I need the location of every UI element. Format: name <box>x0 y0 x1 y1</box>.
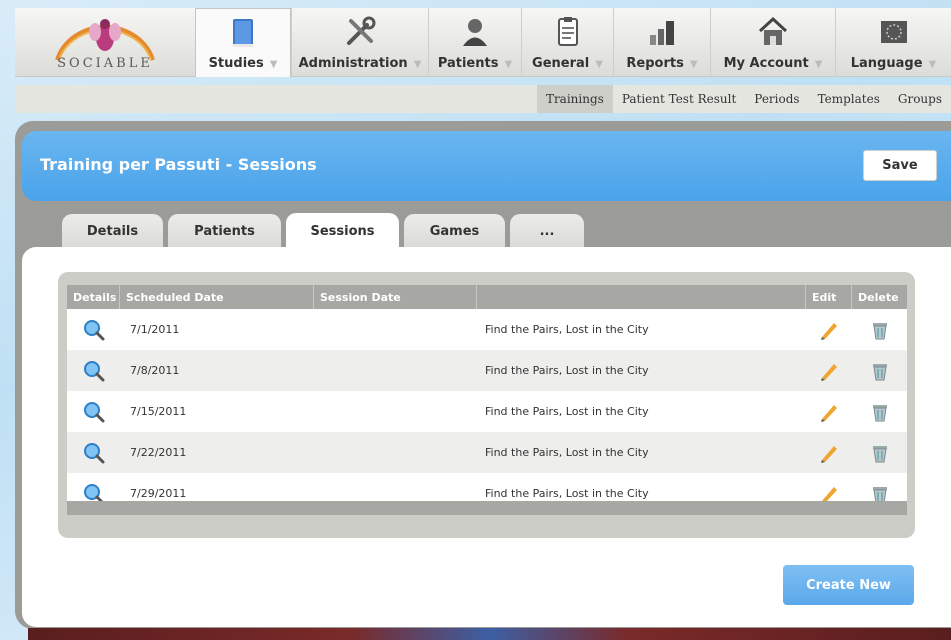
chevron-down-icon: ▼ <box>413 59 422 70</box>
scheduled-date-cell: 7/15/2011 <box>130 405 187 418</box>
col-scheduled-date-header[interactable]: Scheduled Date <box>120 285 314 309</box>
nav-label: Administration <box>298 56 408 71</box>
col-session-date-header[interactable]: Session Date <box>314 285 477 309</box>
subnav-templates[interactable]: Templates <box>809 85 889 113</box>
subnav-groups[interactable]: Groups <box>889 85 951 113</box>
edit-pencil-icon[interactable] <box>806 442 852 464</box>
chevron-down-icon: ▼ <box>269 59 278 70</box>
games-cell: Find the Pairs, Lost in the City <box>485 446 649 459</box>
logo-mark-icon <box>55 19 155 61</box>
col-games-header <box>477 285 806 309</box>
scheduled-date-cell: 7/22/2011 <box>130 446 187 459</box>
subnav-patient-test-result[interactable]: Patient Test Result <box>613 85 745 113</box>
tab-sessions[interactable]: Sessions <box>286 213 399 249</box>
save-button[interactable]: Save <box>863 150 937 181</box>
nav-administration[interactable]: Administration ▼ <box>291 8 428 77</box>
house-icon <box>758 16 788 45</box>
page-title: Training per Passuti - Sessions <box>40 155 317 174</box>
sociable-logo[interactable]: SOCIABLE <box>15 8 195 77</box>
nav-label: General <box>532 56 590 71</box>
book-icon <box>233 19 253 47</box>
tab-patients[interactable]: Patients <box>168 214 281 248</box>
table-row: 7/15/2011 Find the Pairs, Lost in the Ci… <box>67 391 907 432</box>
details-magnifier-icon[interactable] <box>67 318 120 342</box>
table-row: 7/22/2011 Find the Pairs, Lost in the Ci… <box>67 432 907 473</box>
tab-games[interactable]: Games <box>404 214 505 248</box>
edit-pencil-icon[interactable] <box>806 360 852 382</box>
sessions-table: Details Scheduled Date Session Date Edit… <box>67 285 907 515</box>
nav-reports[interactable]: Reports ▼ <box>613 8 710 77</box>
table-row: 7/8/2011 Find the Pairs, Lost in the Cit… <box>67 350 907 391</box>
col-details-header: Details <box>67 285 120 309</box>
details-magnifier-icon[interactable] <box>67 400 120 424</box>
tools-icon <box>347 16 376 45</box>
logo-text: SOCIABLE <box>57 56 153 71</box>
nav-language[interactable]: Language ▼ <box>835 8 951 77</box>
details-magnifier-icon[interactable] <box>67 359 120 383</box>
chevron-down-icon: ▼ <box>814 59 823 70</box>
delete-trash-icon[interactable] <box>852 319 907 341</box>
tab-more[interactable]: ... <box>510 214 584 248</box>
edit-pencil-icon[interactable] <box>806 401 852 423</box>
nav-my-account[interactable]: My Account ▼ <box>710 8 835 77</box>
background-image-strip <box>28 628 951 640</box>
chevron-down-icon: ▼ <box>689 59 698 70</box>
games-cell: Find the Pairs, Lost in the City <box>485 405 649 418</box>
chevron-down-icon: ▼ <box>928 59 937 70</box>
edit-pencil-icon[interactable] <box>806 319 852 341</box>
scheduled-date-cell: 7/8/2011 <box>130 364 180 377</box>
delete-trash-icon[interactable] <box>852 442 907 464</box>
nav-label: Language <box>850 56 923 71</box>
details-magnifier-icon[interactable] <box>67 441 120 465</box>
table-header: Details Scheduled Date Session Date Edit… <box>67 285 907 309</box>
nav-patients[interactable]: Patients ▼ <box>428 8 521 77</box>
col-delete-header: Delete <box>858 290 899 304</box>
subnav-periods[interactable]: Periods <box>745 85 808 113</box>
games-cell: Find the Pairs, Lost in the City <box>485 323 649 336</box>
games-cell: Find the Pairs, Lost in the City <box>485 364 649 377</box>
scheduled-date-cell: 7/1/2011 <box>130 323 180 336</box>
eu-flag-icon <box>880 21 907 43</box>
create-new-button[interactable]: Create New <box>783 565 914 605</box>
bar-chart-icon <box>650 21 674 45</box>
chevron-down-icon: ▼ <box>595 59 603 70</box>
nav-studies[interactable]: Studies ▼ <box>195 8 291 77</box>
col-edit-header: Edit <box>806 285 852 309</box>
person-icon <box>463 19 487 46</box>
top-nav: SOCIABLE Studies ▼ Administration ▼ Patien… <box>15 8 951 77</box>
tab-details[interactable]: Details <box>62 214 163 248</box>
nav-label: My Account <box>723 56 809 71</box>
clipboard-icon <box>557 17 578 46</box>
delete-trash-icon[interactable] <box>852 360 907 382</box>
nav-label: Reports <box>626 56 684 71</box>
table-footer <box>67 501 907 515</box>
nav-label: Patients <box>437 56 499 71</box>
games-cell: Find the Pairs, Lost in the City <box>485 487 649 500</box>
subnav-trainings[interactable]: Trainings <box>536 85 613 113</box>
delete-trash-icon[interactable] <box>852 401 907 423</box>
sub-nav: Trainings Patient Test Result Periods Te… <box>15 85 951 113</box>
chevron-down-icon: ▼ <box>504 59 513 70</box>
scheduled-date-cell: 7/29/2011 <box>130 487 187 500</box>
nav-general[interactable]: General ▼ <box>521 8 613 77</box>
nav-label: Studies <box>208 56 264 71</box>
table-row: 7/1/2011 Find the Pairs, Lost in the Cit… <box>67 309 907 350</box>
